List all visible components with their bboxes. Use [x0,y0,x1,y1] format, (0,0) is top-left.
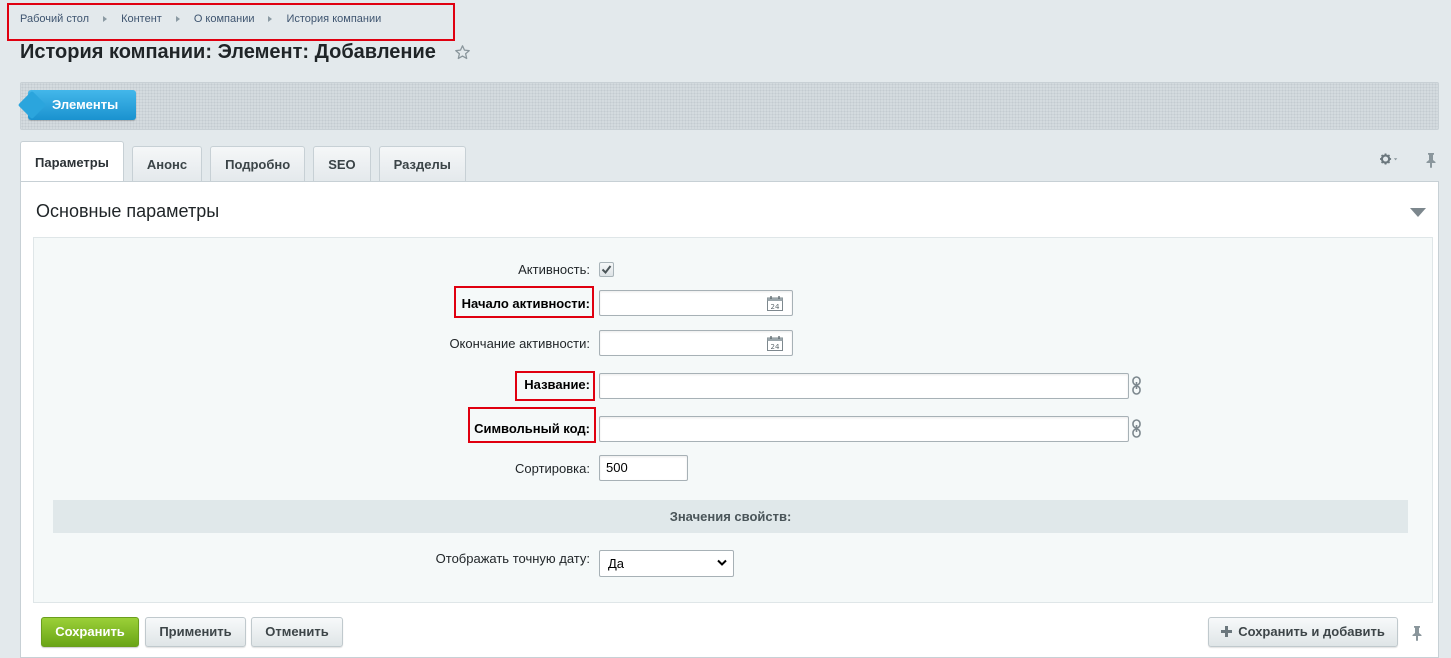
svg-text:24: 24 [771,303,780,311]
collapse-icon[interactable] [1410,208,1426,217]
sort-label: Сортировка: [515,461,590,476]
breadcrumb-item-history[interactable]: История компании [286,13,381,25]
page-title-row: История компании: Элемент: Добавление [20,41,471,64]
tab-announce[interactable]: Анонс [131,146,203,181]
breadcrumb-item-content[interactable]: Контент [121,13,162,25]
svg-text:24: 24 [771,343,780,351]
name-input[interactable] [599,373,1129,399]
tab-details[interactable]: Подробно [210,146,306,181]
code-label: Символьный код: [474,421,590,436]
cancel-button[interactable]: Отменить [251,617,343,647]
chevron-down-icon [717,559,727,566]
start-date-input[interactable] [599,290,793,316]
sort-input[interactable]: 500 [599,455,688,481]
code-input[interactable] [599,416,1129,442]
active-checkbox[interactable] [599,262,614,277]
pin-icon[interactable] [1425,152,1437,168]
name-label: Название: [524,377,590,392]
breadcrumb-arrow-icon [268,16,273,22]
tab-seo[interactable]: SEO [313,146,371,181]
properties-header: Значения свойств: [53,500,1408,533]
tab-parameters[interactable]: Параметры [20,141,124,182]
elements-button[interactable]: Элементы [28,90,136,120]
calendar-icon[interactable]: 24 [767,296,783,311]
save-button[interactable]: Сохранить [41,617,139,647]
star-icon[interactable] [454,44,471,61]
end-date-input[interactable] [599,330,793,356]
breadcrumb-item-desktop[interactable]: Рабочий стол [20,13,89,25]
page-title: История компании: Элемент: Добавление [20,41,436,63]
elements-button-label: Элементы [52,97,119,112]
breadcrumb-arrow-icon [175,16,180,22]
exact-date-select-value: Да [608,556,625,571]
exact-date-label: Отображать точную дату: [435,551,590,566]
section-title: Основные параметры [36,201,220,221]
start-date-label: Начало активности: [461,296,590,311]
toolbar: Элементы [20,82,1439,130]
breadcrumb-item-about[interactable]: О компании [194,13,255,25]
active-label: Активность: [518,262,590,277]
chain-link-icon[interactable] [1132,376,1141,395]
apply-button[interactable]: Применить [145,617,246,647]
calendar-icon[interactable]: 24 [767,336,783,351]
end-date-label: Окончание активности: [449,336,590,351]
exact-date-select[interactable]: Да [599,550,734,577]
save-and-add-label: Сохранить и добавить [1238,624,1385,639]
breadcrumb-arrow-icon [103,16,108,22]
save-and-add-button[interactable]: Сохранить и добавить [1208,617,1398,647]
plus-icon [1221,626,1233,637]
tab-bar: Параметры Анонс Подробно SEO Разделы [20,140,474,182]
chain-link-icon[interactable] [1132,419,1141,438]
pin-icon[interactable] [1411,625,1423,641]
tab-sections[interactable]: Разделы [378,146,466,181]
gear-icon[interactable] [1380,152,1398,166]
checkmark-icon [601,265,612,275]
breadcrumb: Рабочий стол Контент О компании История … [20,12,381,26]
